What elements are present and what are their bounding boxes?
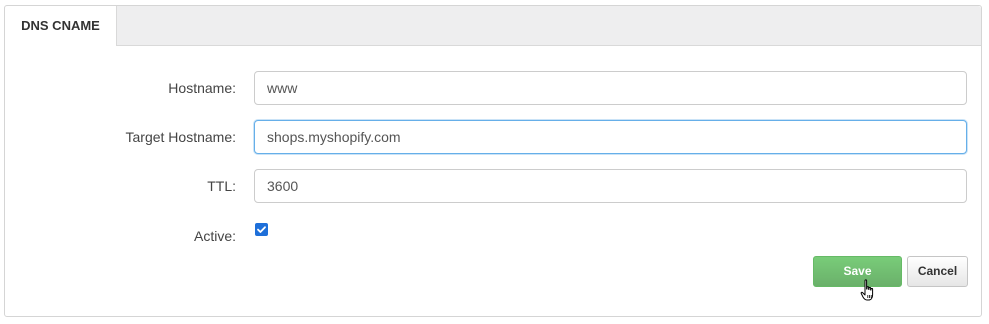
checkmark-icon (257, 226, 266, 233)
active-checkbox[interactable] (255, 223, 268, 236)
ttl-label: TTL: (207, 178, 236, 194)
ttl-input[interactable] (254, 169, 967, 203)
hostname-label: Hostname: (168, 80, 236, 96)
save-button[interactable]: Save (813, 256, 902, 287)
tab-bar: DNS CNAME (5, 6, 981, 46)
tab-dns-cname[interactable]: DNS CNAME (5, 6, 117, 46)
target-hostname-label: Target Hostname: (125, 129, 237, 145)
hostname-input[interactable] (254, 71, 967, 105)
hand-pointer-icon (860, 279, 874, 301)
active-label: Active: (193, 228, 236, 244)
target-hostname-input[interactable] (254, 120, 967, 154)
cancel-button[interactable]: Cancel (907, 256, 968, 287)
